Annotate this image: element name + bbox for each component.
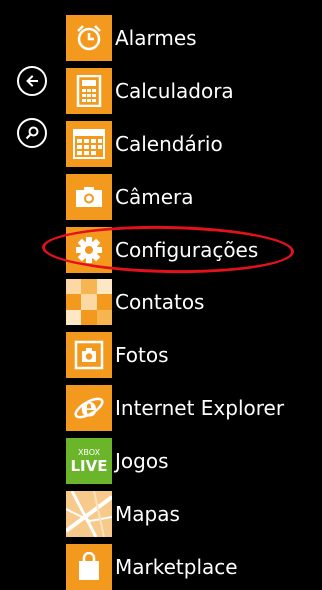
app-tile <box>66 15 112 61</box>
app-item-calendario[interactable]: Calendário <box>66 121 322 167</box>
xbox-live-icon: XBOX LIVE <box>70 447 108 475</box>
app-label: Fotos <box>115 343 169 367</box>
app-list: Alarmes Calculadora Calendário Câmera Co… <box>0 0 322 590</box>
app-tile <box>66 332 112 378</box>
app-item-alarmes[interactable]: Alarmes <box>66 15 322 61</box>
app-item-mapas[interactable]: Mapas <box>66 491 322 537</box>
alarm-clock-icon <box>77 25 101 51</box>
app-tile <box>66 491 112 537</box>
app-item-marketplace[interactable]: Marketplace <box>66 544 322 590</box>
live-text: LIVE <box>70 456 108 475</box>
app-item-fotos[interactable]: Fotos <box>66 332 322 378</box>
app-label: Marketplace <box>115 555 238 579</box>
app-label: Calculadora <box>115 79 234 103</box>
app-tile: e <box>66 385 112 431</box>
calculator-icon <box>76 75 102 107</box>
app-item-internet-explorer[interactable]: e Internet Explorer <box>66 385 322 431</box>
app-label: Câmera <box>115 185 194 209</box>
app-label: Calendário <box>115 132 223 156</box>
camera-icon <box>76 187 102 207</box>
app-tile: XBOX LIVE <box>66 438 112 484</box>
app-item-camera[interactable]: Câmera <box>66 174 322 220</box>
app-label: Internet Explorer <box>115 396 285 420</box>
app-tile <box>66 279 112 325</box>
internet-explorer-icon: e <box>74 393 104 423</box>
maps-icon <box>66 491 112 537</box>
calendar-icon <box>73 129 105 159</box>
xbox-text: XBOX <box>77 447 101 457</box>
app-label: Contatos <box>115 290 205 314</box>
app-label: Jogos <box>115 449 169 473</box>
app-tile <box>66 121 112 167</box>
app-item-calculadora[interactable]: Calculadora <box>66 68 322 114</box>
app-label: Alarmes <box>115 26 197 50</box>
app-tile <box>66 68 112 114</box>
app-item-contatos[interactable]: Contatos <box>66 279 322 325</box>
app-label: Mapas <box>115 502 180 526</box>
photos-icon <box>74 340 104 370</box>
svg-text:e: e <box>81 393 98 423</box>
app-item-jogos[interactable]: XBOX LIVE Jogos <box>66 438 322 484</box>
contacts-icon <box>66 279 112 325</box>
app-tile <box>66 174 112 220</box>
app-tile <box>66 544 112 590</box>
marketplace-icon <box>79 552 99 580</box>
